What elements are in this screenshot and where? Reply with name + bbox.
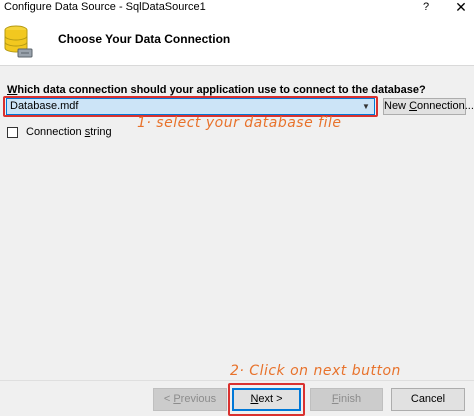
help-icon[interactable]: ?	[423, 0, 429, 14]
chevron-down-icon[interactable]: ▼	[361, 101, 371, 113]
window-title: Configure Data Source - SqlDataSource1	[4, 1, 206, 13]
finish-button[interactable]: Finish	[310, 388, 383, 411]
wizard-header: Choose Your Data Connection	[0, 15, 474, 65]
wizard-footer: < Previous Next > Finish Cancel	[0, 380, 474, 416]
data-connection-dropdown[interactable]: Database.mdf ▼	[6, 98, 375, 115]
selected-connection: Database.mdf	[10, 100, 79, 112]
title-bar: Configure Data Source - SqlDataSource1 ?…	[0, 0, 474, 15]
database-icon	[4, 25, 33, 58]
connection-string-checkbox[interactable]	[7, 127, 18, 138]
previous-button[interactable]: < Previous	[153, 388, 227, 411]
annotation-step-2: 2· Click on next button	[230, 363, 401, 379]
wizard-body: Which data connection should your applic…	[0, 66, 474, 380]
next-button[interactable]: Next >	[232, 388, 301, 411]
new-connection-button[interactable]: New Connection...	[383, 98, 474, 115]
cancel-button[interactable]: Cancel	[391, 388, 465, 411]
connection-string-label[interactable]: Connection string	[26, 126, 112, 139]
page-title: Choose Your Data Connection	[58, 32, 231, 46]
annotation-step-1: 1· select your database file	[137, 115, 342, 131]
close-icon[interactable]: ✕	[450, 0, 472, 15]
